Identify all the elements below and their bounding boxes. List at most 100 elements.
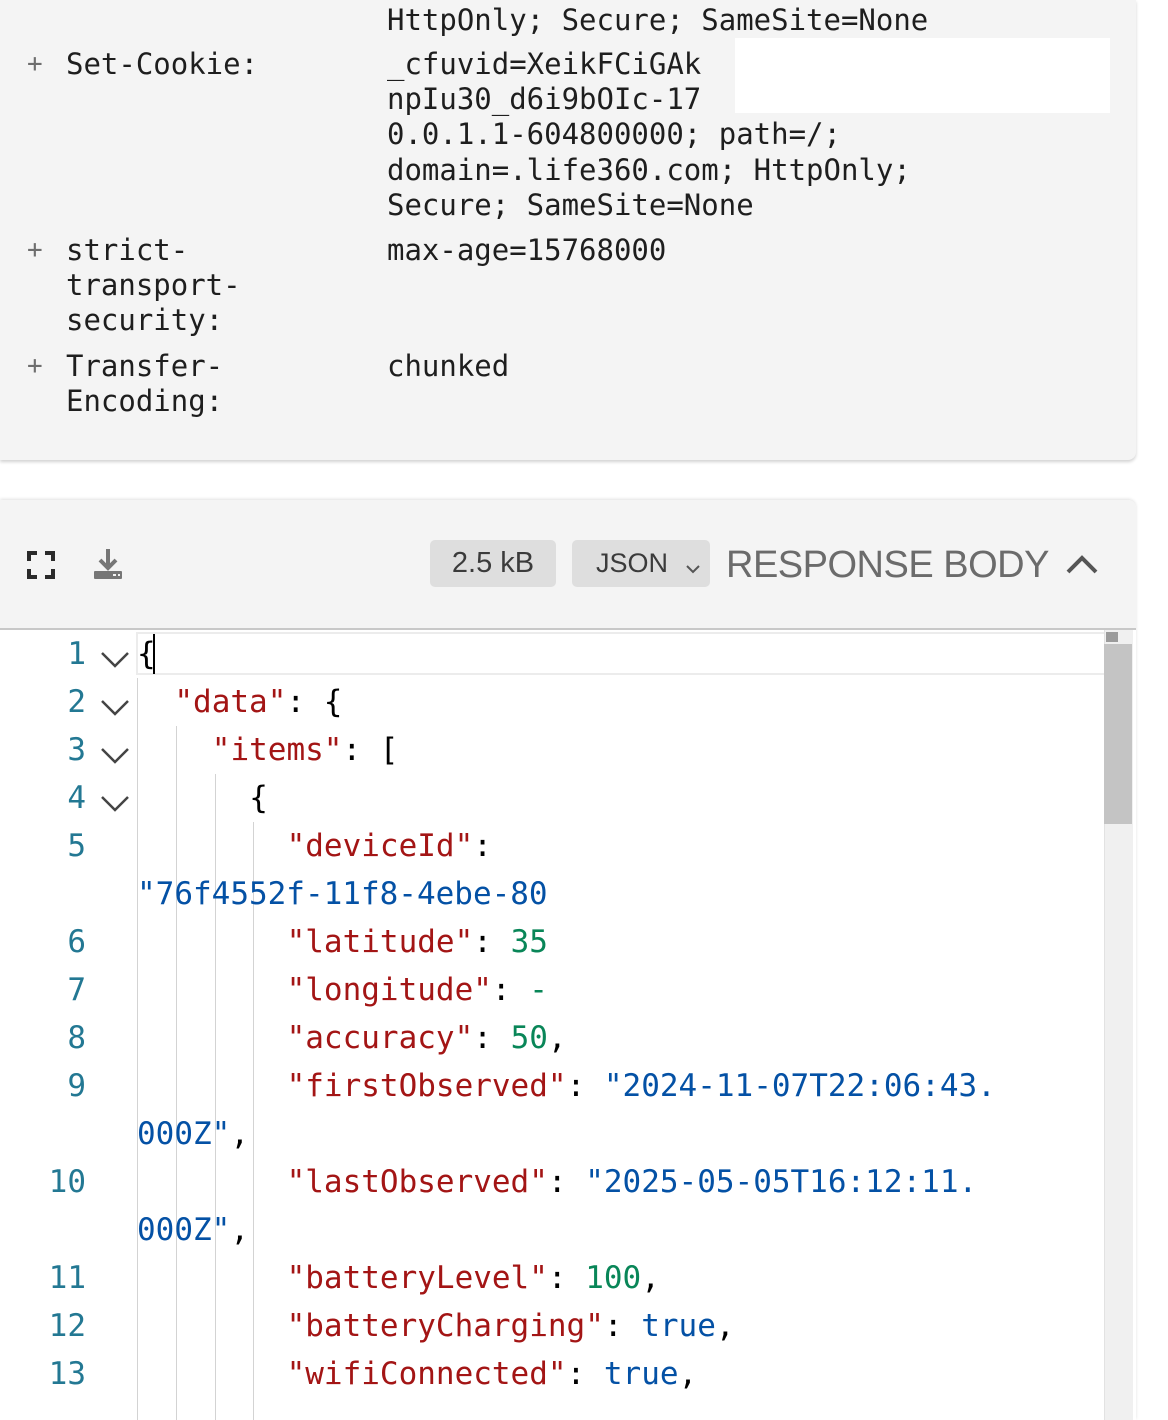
json-token: : — [566, 1068, 604, 1104]
json-token: "2025-05-05T16:12:11. — [585, 1164, 978, 1200]
line-number: 11 — [48, 1260, 86, 1296]
header-value-line: max-age=15768000 — [387, 233, 667, 267]
fold-chevron-icon[interactable] — [100, 691, 130, 727]
format-dropdown[interactable]: JSON — [572, 540, 710, 587]
expand-plus-icon[interactable]: + — [27, 349, 43, 384]
chevron-down-icon — [684, 554, 702, 585]
code-line: "batteryCharging": true, — [287, 1302, 735, 1350]
fold-chevron-icon[interactable] — [100, 787, 130, 823]
expand-plus-icon[interactable]: + — [27, 47, 43, 82]
line-number: 2 — [67, 684, 86, 720]
line-number: 1 — [67, 636, 86, 672]
header-name: Set-Cookie: — [66, 47, 259, 81]
json-token: 000Z" — [137, 1212, 231, 1248]
json-token: : [ — [342, 732, 399, 768]
header-value-line: domain=.life360.com; HttpOnly; — [387, 153, 911, 187]
code-line: { — [249, 774, 268, 822]
json-token: : — [547, 1164, 586, 1200]
code-line: "data": { — [174, 678, 342, 726]
fold-chevron-icon[interactable] — [100, 643, 130, 679]
code-line: "items": [ — [212, 726, 399, 774]
json-token: : — [566, 1356, 604, 1392]
code-line: "deviceId": — [287, 822, 492, 870]
json-token: : — [491, 972, 530, 1008]
redaction-box — [735, 38, 1110, 113]
json-token: true — [603, 1356, 679, 1392]
line-number: 12 — [48, 1308, 86, 1344]
json-token: : — [473, 828, 492, 864]
indent-guide — [176, 726, 177, 1420]
json-token: : — [473, 924, 511, 960]
indent-guide — [137, 678, 138, 1420]
json-token: true — [641, 1308, 716, 1344]
code-line-wrap: 000Z", — [137, 1206, 249, 1254]
line-number: 7 — [67, 972, 86, 1008]
response-headers-panel: HttpOnly; Secure; SameSite=None + Set-Co… — [0, 0, 1136, 460]
line-number: 4 — [67, 780, 86, 816]
response-toolbar: 2.5 kB JSON RESPONSE BODY — [0, 500, 1136, 630]
json-token: , — [715, 1308, 735, 1344]
header-value-line: chunked — [387, 349, 510, 383]
header-name-line: strict- — [66, 233, 189, 267]
code-line: { — [137, 630, 156, 678]
json-token: : — [603, 1308, 642, 1344]
json-token: - — [529, 972, 548, 1008]
fold-chevron-icon[interactable] — [100, 739, 130, 775]
json-token: , — [230, 1116, 249, 1152]
json-token: : — [473, 1020, 511, 1056]
json-token: 35 — [510, 924, 548, 960]
code-line: "wifiConnected": true, — [287, 1350, 698, 1398]
json-token: , — [641, 1260, 660, 1296]
response-body-title: RESPONSE BODY — [726, 544, 1049, 586]
json-token: "longitude" — [286, 972, 492, 1008]
json-token: , — [547, 1020, 567, 1056]
header-value-continuation: HttpOnly; Secure; SameSite=None — [387, 3, 929, 37]
header-name-line: Encoding: — [66, 384, 224, 418]
line-number: 5 — [67, 828, 86, 864]
line-number: 10 — [48, 1164, 86, 1200]
code-line: "longitude": - — [287, 966, 548, 1014]
json-token: : { — [286, 684, 343, 720]
code-line: "firstObserved": "2024-11-07T22:06:43. — [287, 1062, 996, 1110]
code-line: "lastObserved": "2025-05-05T16:12:11. — [287, 1158, 978, 1206]
json-token: , — [678, 1356, 698, 1392]
expand-plus-icon[interactable]: + — [27, 233, 43, 268]
json-token: "data" — [174, 684, 287, 720]
json-token: "76f4552f-11f8-4ebe-80 — [137, 876, 548, 912]
code-line-wrap: 000Z", — [137, 1110, 249, 1158]
current-line-highlight — [136, 632, 1129, 675]
json-token: 50 — [510, 1020, 548, 1056]
header-value-line: Secure; SameSite=None — [387, 188, 754, 222]
scrollbar-thumb[interactable] — [1104, 644, 1132, 824]
response-size-badge: 2.5 kB — [430, 540, 556, 587]
code-line: "latitude": 35 — [287, 918, 548, 966]
json-token: , — [230, 1212, 249, 1248]
header-value-line: npIu30_d6i9bOIc-17 — [387, 82, 702, 116]
json-token: "batteryCharging" — [286, 1308, 604, 1344]
json-code-editor[interactable]: 1 {2 "data": { 3 "items": [ 4 {5 "deviceId": "76… — [0, 630, 1136, 1420]
download-icon[interactable] — [92, 547, 124, 585]
response-body-panel: 2.5 kB JSON RESPONSE BODY 1{2 "data": {3 "… — [0, 500, 1136, 1420]
json-token: "batteryLevel" — [286, 1260, 548, 1296]
line-number: 8 — [67, 1020, 86, 1056]
fullscreen-icon[interactable] — [27, 551, 55, 583]
header-value-line: 0.0.1.1-604800000; path=/; — [387, 117, 841, 151]
line-number: 13 — [48, 1356, 86, 1392]
line-number: 9 — [67, 1068, 86, 1104]
code-line-wrap: "76f4552f-11f8-4ebe-80 — [137, 870, 548, 918]
chevron-up-icon[interactable] — [1064, 550, 1100, 582]
json-token: "accuracy" — [286, 1020, 474, 1056]
json-token: "2024-11-07T22:06:43. — [603, 1068, 996, 1104]
header-name-line: Transfer- — [66, 349, 224, 383]
json-token: "firstObserved" — [286, 1068, 567, 1104]
json-token: { — [249, 780, 268, 816]
json-token: "wifiConnected" — [286, 1356, 567, 1392]
header-name-line: security: — [66, 303, 224, 337]
json-token: "items" — [211, 732, 343, 768]
code-line: "accuracy": 50, — [287, 1014, 567, 1062]
scrollbar-cursor-marker — [1106, 632, 1118, 642]
json-token: "lastObserved" — [286, 1164, 548, 1200]
format-dropdown-label: JSON — [596, 548, 669, 578]
json-token: "latitude" — [286, 924, 474, 960]
line-number: 3 — [67, 732, 86, 768]
